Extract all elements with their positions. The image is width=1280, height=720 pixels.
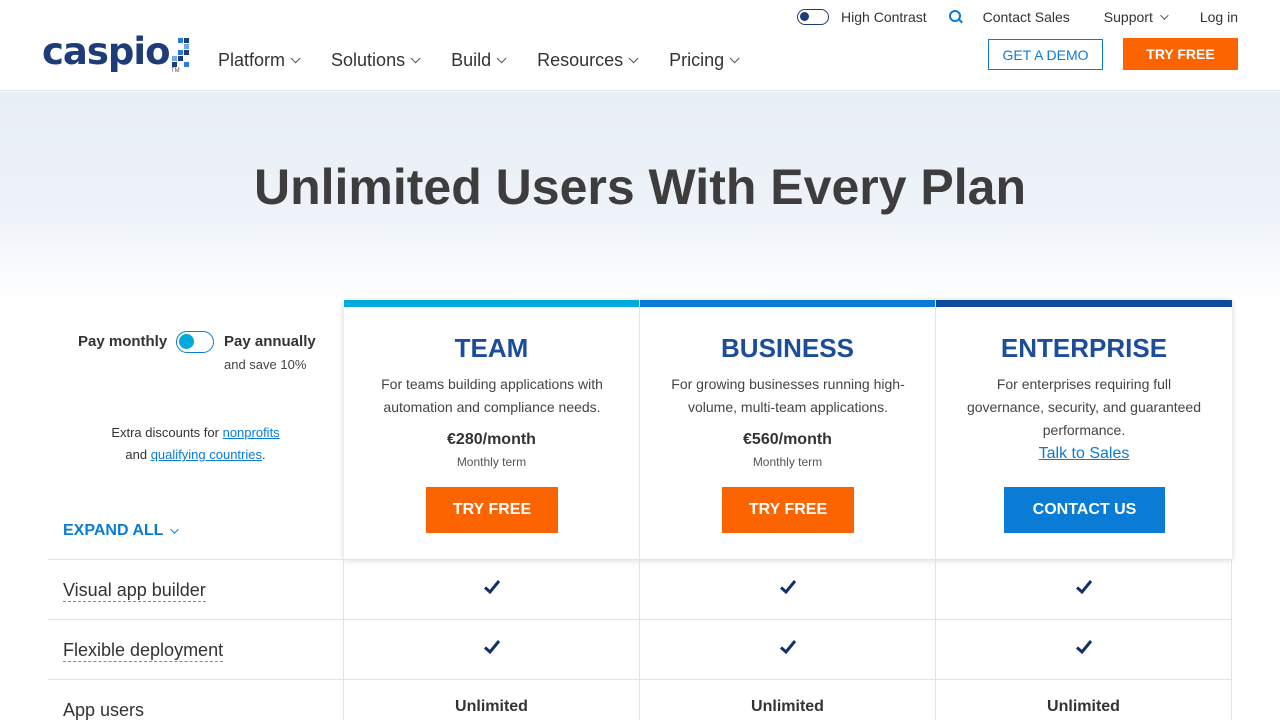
- talk-to-sales-link[interactable]: Talk to Sales: [936, 445, 1232, 463]
- page-title: Unlimited Users With Every Plan: [254, 159, 1026, 215]
- nav-label: Pricing: [669, 50, 725, 70]
- try-free-header-button[interactable]: TRY FREE: [1123, 38, 1238, 70]
- plan-accent-bar: [344, 300, 639, 307]
- feature-cell: [936, 620, 1232, 680]
- support-label: Support: [1103, 9, 1153, 25]
- nav-label: Build: [451, 50, 492, 70]
- feature-cell: [344, 560, 640, 620]
- discounts-suffix: .: [262, 447, 266, 462]
- table-row: Flexible deployment: [48, 619, 1232, 680]
- plan-price: €280/month: [447, 431, 536, 448]
- team-try-free-button[interactable]: TRY FREE: [426, 487, 558, 533]
- feature-cell: [640, 620, 936, 680]
- feature-value: Unlimited: [1047, 698, 1120, 715]
- plan-card-team: TEAM For teams building applications wit…: [344, 300, 640, 559]
- feature-label-cell: App users: [48, 680, 344, 720]
- pay-annually-label[interactable]: Pay annually: [224, 333, 316, 350]
- plan-accent-bar: [936, 300, 1232, 307]
- plan-price: €560/month: [743, 431, 832, 448]
- plan-term: Monthly term: [456, 455, 527, 469]
- main-nav: Platform Solutions Build Resources Prici…: [218, 50, 770, 71]
- feature-cell: Unlimited: [936, 680, 1232, 720]
- plan-description: For growing businesses running high-volu…: [671, 376, 905, 415]
- feature-label[interactable]: Flexible deployment: [63, 639, 224, 662]
- qualifying-countries-link[interactable]: qualifying countries: [151, 447, 262, 462]
- expand-all-label: EXPAND ALL: [63, 522, 164, 539]
- pay-monthly-label[interactable]: Pay monthly: [78, 333, 167, 350]
- search-icon[interactable]: [948, 10, 963, 24]
- business-try-free-button[interactable]: TRY FREE: [722, 487, 854, 533]
- discounts-note: Extra discounts for nonprofits and quali…: [48, 422, 343, 466]
- contact-us-button[interactable]: CONTACT US: [1004, 487, 1165, 533]
- high-contrast-label[interactable]: High Contrast: [841, 9, 927, 25]
- feature-value: Unlimited: [751, 698, 824, 715]
- trademark-mark: TM: [171, 68, 180, 74]
- checkmark-icon: [1075, 580, 1092, 595]
- support-menu[interactable]: Support: [1103, 9, 1169, 25]
- chevron-down-icon: [729, 53, 740, 64]
- nav-platform[interactable]: Platform: [218, 50, 301, 71]
- feature-label-cell: Visual app builder: [48, 560, 344, 620]
- chevron-down-icon: [496, 53, 507, 64]
- plan-card-enterprise: ENTERPRISE For enterprises requiring ful…: [936, 300, 1232, 559]
- feature-label-cell: Flexible deployment: [48, 620, 344, 680]
- chevron-down-icon: [628, 53, 639, 64]
- feature-cell: Unlimited: [640, 680, 936, 720]
- nonprofits-link[interactable]: nonprofits: [223, 425, 280, 440]
- feature-label: App users: [63, 700, 145, 720]
- contact-sales-link[interactable]: Contact Sales: [983, 9, 1070, 25]
- feature-cell: Unlimited: [344, 680, 640, 720]
- nav-pricing[interactable]: Pricing: [669, 50, 740, 71]
- logo-wordmark: caspio: [42, 30, 171, 73]
- table-row: Visual app builder: [48, 559, 1232, 620]
- feature-cell: [344, 620, 640, 680]
- nav-build[interactable]: Build: [451, 50, 507, 71]
- nav-solutions[interactable]: Solutions: [331, 50, 421, 71]
- discounts-joiner: and: [125, 447, 148, 462]
- feature-label[interactable]: Visual app builder: [63, 579, 206, 602]
- plan-card-business: BUSINESS For growing businesses running …: [640, 300, 936, 559]
- save-note: and save 10%: [224, 357, 307, 372]
- chevron-down-icon: [410, 53, 421, 64]
- nav-label: Resources: [537, 50, 624, 70]
- login-link[interactable]: Log in: [1200, 9, 1238, 25]
- checkmark-icon: [483, 640, 500, 655]
- checkmark-icon: [779, 640, 796, 655]
- feature-cell: [936, 560, 1232, 620]
- table-row: App users Unlimited Unlimited Unlimited: [48, 679, 1232, 720]
- feature-cell: [640, 560, 936, 620]
- nav-resources[interactable]: Resources: [537, 50, 639, 71]
- plan-cards: TEAM For teams building applications wit…: [344, 300, 1232, 559]
- plan-term: Monthly term: [752, 455, 823, 469]
- plan-accent-bar: [640, 300, 935, 307]
- chevron-down-icon: [1160, 11, 1169, 20]
- checkmark-icon: [483, 580, 500, 595]
- feature-value: Unlimited: [455, 698, 528, 715]
- utility-bar: High Contrast Contact Sales Support Log …: [797, 9, 1238, 25]
- nav-label: Solutions: [331, 50, 406, 70]
- checkmark-icon: [779, 580, 796, 595]
- plan-name: BUSINESS: [721, 333, 854, 363]
- get-demo-button[interactable]: GET A DEMO: [988, 39, 1103, 70]
- caspio-logo[interactable]: caspio TM: [42, 30, 192, 74]
- plan-description: For teams building applications with aut…: [381, 376, 603, 415]
- billing-toggle[interactable]: [176, 331, 214, 353]
- chevron-down-icon: [170, 525, 180, 534]
- plan-name: TEAM: [454, 333, 529, 363]
- logo-squares-icon: [171, 32, 192, 72]
- feature-table: Visual app builder Flexible deployment A…: [48, 559, 1232, 720]
- chevron-down-icon: [290, 53, 301, 64]
- plan-description: For enterprises requiring full governanc…: [966, 376, 1201, 438]
- contrast-toggle-icon[interactable]: [797, 9, 830, 25]
- site-header: caspio TM Platform Solutions Build Resou…: [0, 0, 1280, 91]
- plan-name: ENTERPRISE: [1000, 333, 1168, 363]
- discounts-prefix: Extra discounts for: [111, 425, 219, 440]
- nav-label: Platform: [218, 50, 286, 70]
- checkmark-icon: [1075, 640, 1092, 655]
- expand-all-button[interactable]: EXPAND ALL: [63, 522, 180, 540]
